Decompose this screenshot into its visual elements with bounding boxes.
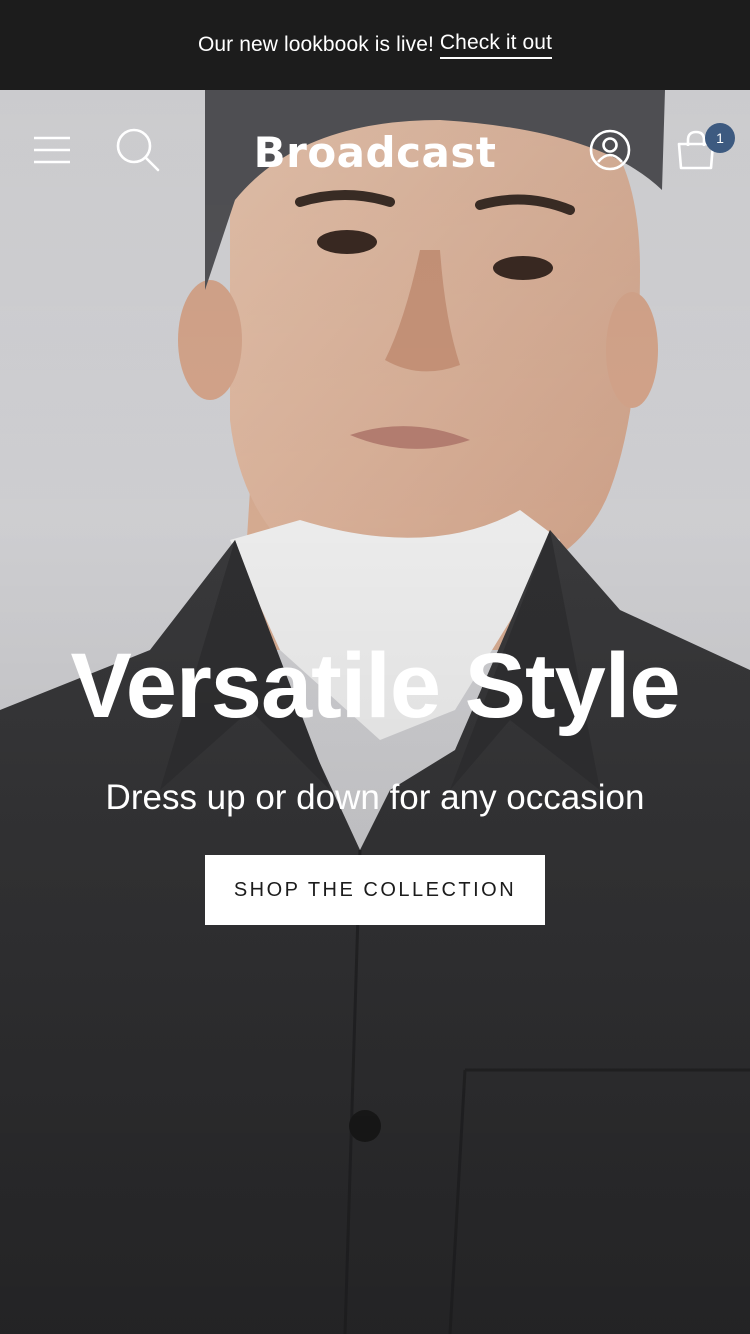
- announcement-message: Our new lookbook is live!: [197, 33, 434, 56]
- cart-count-badge: 1: [705, 123, 735, 153]
- hero-title: Versatile Style: [70, 635, 681, 737]
- account-icon: [589, 129, 631, 171]
- announcement-bar: Our new lookbook is live! Check it out: [0, 0, 750, 90]
- account-button[interactable]: [582, 122, 638, 178]
- announcement-link[interactable]: Check it out: [439, 31, 553, 59]
- site-header: Broadcast: [0, 90, 750, 210]
- hero-subtitle: Dress up or down for any occasion: [105, 778, 645, 818]
- shop-collection-button[interactable]: SHOP THE COLLECTION: [205, 855, 545, 926]
- hero-content: Versatile Style Dress up or down for any…: [0, 635, 750, 926]
